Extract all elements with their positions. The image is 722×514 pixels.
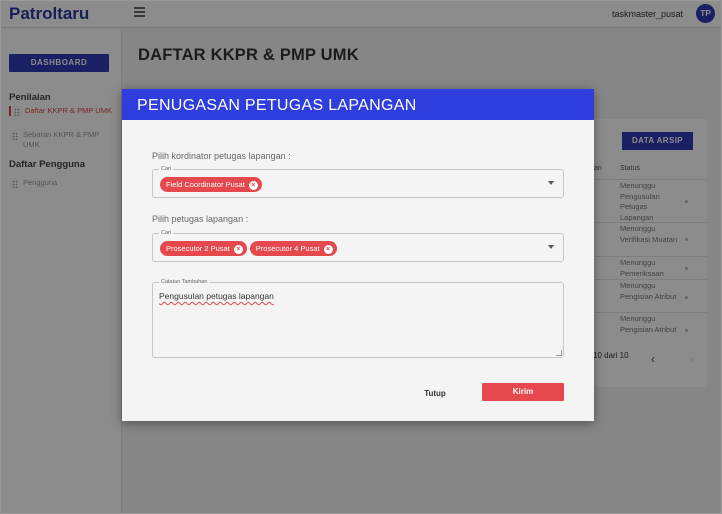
coordinator-select-legend: Cari: [159, 166, 174, 173]
chip-prosecutor-2-pusat: Prosecutor 2 Pusat ×: [160, 241, 247, 256]
resize-handle-icon[interactable]: [556, 350, 562, 356]
dialog-title: PENUGASAN PETUGAS LAPANGAN: [137, 97, 417, 114]
chip-remove-icon[interactable]: ×: [248, 181, 258, 190]
chevron-down-icon[interactable]: [548, 245, 554, 249]
officer-select[interactable]: Cari Prosecutor 2 Pusat × Prosecutor 4 Pus…: [152, 230, 564, 262]
send-button[interactable]: Kirim: [482, 383, 564, 401]
chip-prosecutor-4-pusat: Prosecutor 4 Pusat ×: [249, 241, 337, 256]
chip-field-coordinator-pusat: Field Coordinator Pusat ×: [160, 177, 262, 192]
dialog-header: PENUGASAN PETUGAS LAPANGAN: [122, 89, 594, 120]
officer-field-label: Pilih petugas lapangan :: [152, 214, 249, 224]
notes-value: Pengusulan petugas lapangan: [159, 291, 274, 301]
chevron-down-icon[interactable]: [548, 181, 554, 185]
chip-label: Prosecutor 4 Pusat: [255, 244, 320, 253]
notes-textarea[interactable]: Catatan Tambahan Pengusulan petugas lapa…: [152, 279, 564, 358]
chip-label: Field Coordinator Pusat: [166, 180, 245, 189]
coordinator-field-label: Pilih kordinator petugas lapangan :: [152, 151, 291, 161]
chip-remove-icon[interactable]: ×: [323, 245, 333, 254]
app-frame: Patroltaru taskmaster_pusat TP DASHBOARD…: [0, 0, 722, 514]
chip-remove-icon[interactable]: ×: [233, 245, 243, 254]
assign-officer-dialog: PENUGASAN PETUGAS LAPANGAN Pilih kordina…: [122, 89, 594, 421]
coordinator-select[interactable]: Cari Field Coordinator Pusat ×: [152, 166, 564, 198]
notes-legend: Catatan Tambahan: [159, 279, 210, 286]
close-button[interactable]: Tutup: [411, 387, 459, 401]
officer-select-legend: Cari: [159, 230, 174, 237]
chip-label: Prosecutor 2 Pusat: [166, 244, 230, 253]
